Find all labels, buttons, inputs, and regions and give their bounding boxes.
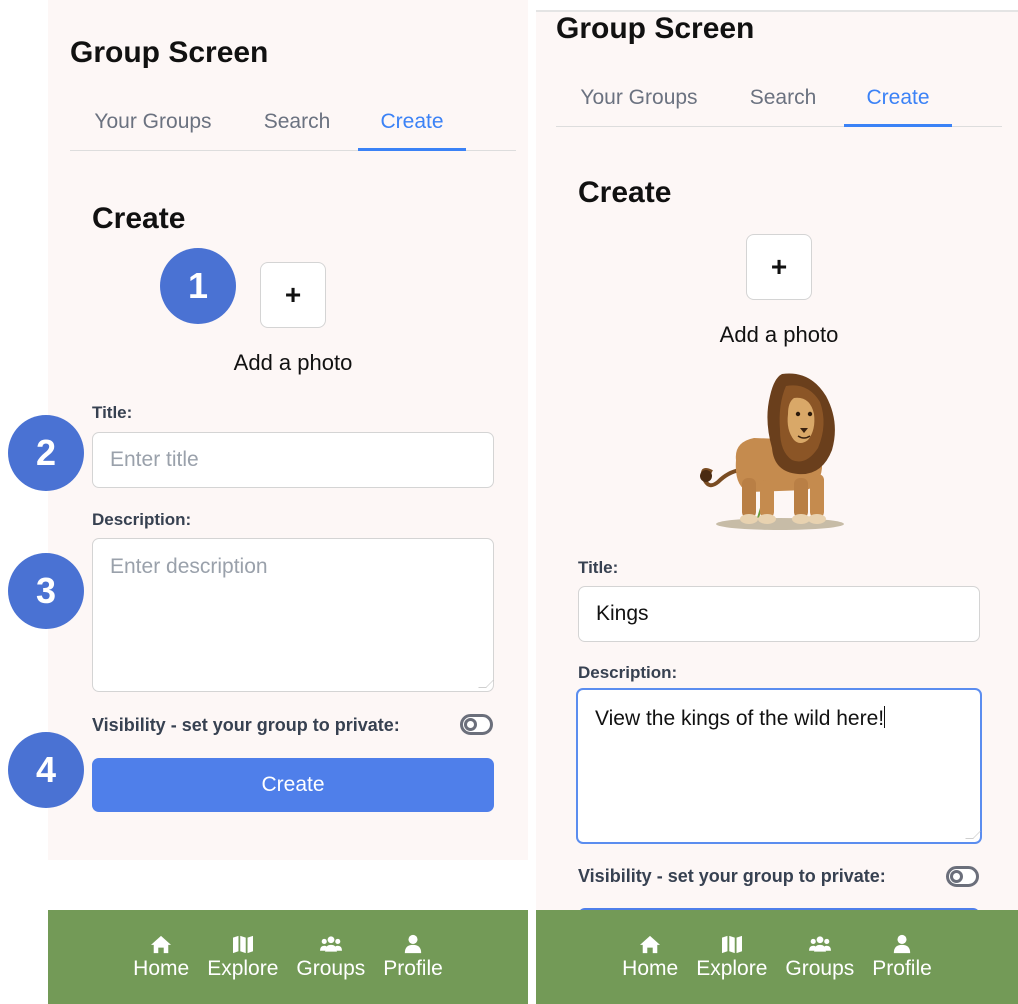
group-photo-lion <box>700 373 844 530</box>
nav-profile[interactable]: Profile <box>374 934 452 981</box>
users-icon <box>808 935 831 952</box>
user-icon <box>404 934 422 953</box>
nav-label: Profile <box>872 956 932 980</box>
tab-search[interactable]: Search <box>236 110 358 150</box>
right-screen: Group Screen Your Groups Search Create C… <box>536 10 1018 910</box>
users-icon <box>319 935 342 952</box>
add-photo-button[interactable]: + <box>260 262 326 328</box>
tab-search[interactable]: Search <box>722 86 844 126</box>
screen-title: Group Screen <box>70 36 269 69</box>
nav-home[interactable]: Home <box>613 934 687 981</box>
nav-label: Profile <box>383 956 443 980</box>
nav-label: Groups <box>296 956 366 980</box>
description-label: Description: <box>578 663 678 682</box>
tab-your-groups[interactable]: Your Groups <box>70 110 236 150</box>
tab-your-groups[interactable]: Your Groups <box>556 86 722 126</box>
description-placeholder: Enter description <box>110 555 268 578</box>
nav-label: Groups <box>785 956 855 980</box>
visibility-toggle[interactable] <box>946 866 979 887</box>
nav-groups[interactable]: Groups <box>776 934 863 981</box>
step-badge-1: 1 <box>160 248 236 324</box>
create-button[interactable]: Create <box>92 758 494 812</box>
home-icon <box>151 935 172 953</box>
screen-title: Group Screen <box>556 12 755 45</box>
resize-handle[interactable] <box>965 831 981 839</box>
step-badge-4: 4 <box>8 732 84 808</box>
tab-create[interactable]: Create <box>358 110 466 151</box>
nav-label: Explore <box>207 956 279 980</box>
description-value: View the kings of the wild here! <box>595 707 885 730</box>
title-label: Title: <box>578 558 619 577</box>
nav-label: Home <box>133 956 190 980</box>
nav-explore[interactable]: Explore <box>198 934 287 981</box>
title-input[interactable]: Enter title <box>92 432 494 488</box>
nav-home[interactable]: Home <box>124 934 198 981</box>
nav-profile[interactable]: Profile <box>863 934 941 981</box>
visibility-label: Visibility - set your group to private: <box>92 715 400 735</box>
description-textarea[interactable]: View the kings of the wild here! <box>576 688 982 844</box>
nav-groups[interactable]: Groups <box>287 934 374 981</box>
section-title: Create <box>578 176 672 209</box>
user-icon <box>893 934 911 953</box>
visibility-label: Visibility - set your group to private: <box>578 866 886 886</box>
add-photo-label: Add a photo <box>719 322 839 347</box>
nav-explore[interactable]: Explore <box>687 934 776 981</box>
tab-create[interactable]: Create <box>844 86 952 127</box>
title-label: Title: <box>92 403 133 422</box>
left-screen: Group Screen Your Groups Search Create C… <box>48 0 528 860</box>
map-icon <box>232 935 253 953</box>
section-title: Create <box>92 202 186 235</box>
nav-label: Explore <box>696 956 768 980</box>
tab-bar: Your Groups Search Create <box>556 86 1002 127</box>
add-photo-label: Add a photo <box>233 350 353 375</box>
bottom-nav: Home Explore Groups Profile <box>48 910 528 1004</box>
tab-bar: Your Groups Search Create <box>70 110 516 151</box>
visibility-toggle[interactable] <box>460 714 493 735</box>
bottom-nav: Home Explore Groups Profile <box>536 910 1018 1004</box>
add-photo-button[interactable]: + <box>746 234 812 300</box>
home-icon <box>640 935 661 953</box>
map-icon <box>721 935 742 953</box>
step-badge-2: 2 <box>8 415 84 491</box>
nav-label: Home <box>622 956 679 980</box>
description-label: Description: <box>92 510 192 529</box>
description-textarea[interactable]: Enter description <box>92 538 494 692</box>
step-badge-3: 3 <box>8 553 84 629</box>
title-input[interactable]: Kings <box>578 586 980 642</box>
resize-handle[interactable] <box>478 680 494 688</box>
text-caret <box>884 706 886 728</box>
